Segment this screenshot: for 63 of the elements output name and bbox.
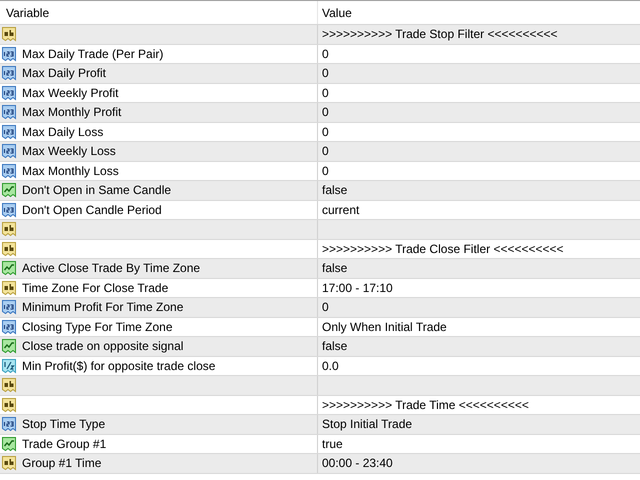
- text-type-icon: [1, 26, 17, 42]
- boolean-type-icon: [1, 182, 17, 198]
- column-header[interactable]: Variable: [0, 1, 318, 24]
- variable-value[interactable]: 0: [322, 298, 329, 316]
- variable-value[interactable]: 0: [322, 122, 329, 141]
- variable-value[interactable]: 0: [322, 64, 329, 82]
- text-type-icon: [1, 396, 17, 413]
- integer-type-icon: [1, 46, 17, 62]
- variable-name: Max Daily Trade (Per Pair): [22, 46, 164, 63]
- variable-name: Trade Group #1: [22, 436, 106, 453]
- variable-name: Max Daily Loss: [22, 124, 104, 141]
- variable-name: Max Monthly Loss: [22, 162, 119, 180]
- integer-type-icon: [1, 104, 17, 120]
- boolean-type-icon: [1, 338, 17, 354]
- variable-value[interactable]: Only When Initial Trade: [322, 318, 447, 336]
- variable-value[interactable]: 0: [322, 103, 329, 122]
- variable-value[interactable]: 0: [322, 44, 329, 63]
- variable-name: Closing Type For Time Zone: [22, 318, 173, 336]
- boolean-type-icon: [1, 436, 17, 452]
- variable-value[interactable]: 00:00 - 23:40: [322, 454, 393, 472]
- integer-type-icon: [1, 162, 17, 179]
- variable-value[interactable]: false: [322, 259, 348, 278]
- variable-value[interactable]: >>>>>>>>>> Trade Time <<<<<<<<<<: [322, 396, 529, 414]
- integer-type-icon: [1, 143, 17, 160]
- decimal-type-icon: [1, 358, 17, 374]
- variable-value[interactable]: >>>>>>>>>> Trade Close Fitler <<<<<<<<<<: [322, 240, 564, 258]
- integer-type-icon: [1, 84, 17, 101]
- integer-type-icon: [1, 318, 17, 335]
- integer-type-icon: [1, 124, 17, 140]
- variable-name: Max Weekly Profit: [22, 84, 118, 102]
- variable-value[interactable]: false: [322, 181, 348, 200]
- integer-type-icon: [1, 299, 17, 316]
- text-type-icon: [1, 377, 17, 394]
- text-type-icon: [1, 221, 17, 238]
- variable-value[interactable]: true: [322, 434, 343, 453]
- text-type-icon: [1, 455, 17, 472]
- variable-name: Time Zone For Close Trade: [22, 280, 168, 297]
- variable-name: Don't Open in Same Candle: [22, 182, 172, 200]
- variable-name: Max Daily Profit: [22, 65, 106, 82]
- variable-name: Max Monthly Profit: [22, 104, 122, 122]
- variable-name: Max Weekly Loss: [22, 143, 116, 160]
- integer-type-icon: [1, 65, 17, 82]
- variable-name: Min Profit($) for opposite trade close: [22, 358, 216, 375]
- variable-name: Minimum Profit For Time Zone: [22, 299, 184, 316]
- integer-type-icon: [1, 202, 17, 218]
- text-type-icon: [1, 240, 17, 257]
- variable-value[interactable]: 17:00 - 17:10: [322, 278, 393, 297]
- column-header[interactable]: Value: [318, 1, 640, 24]
- text-type-icon: [1, 280, 17, 296]
- variable-value[interactable]: Stop Initial Trade: [322, 415, 412, 434]
- variable-value[interactable]: 0.0: [322, 356, 339, 375]
- boolean-type-icon: [1, 260, 17, 276]
- variable-value[interactable]: 0: [322, 84, 329, 102]
- variable-value[interactable]: false: [322, 337, 348, 356]
- variable-name: Stop Time Type: [22, 416, 106, 434]
- integer-type-icon: [1, 416, 17, 432]
- variable-name: Active Close Trade By Time Zone: [22, 260, 200, 278]
- variable-name: Close trade on opposite signal: [22, 338, 184, 356]
- variable-name: Group #1 Time: [22, 455, 102, 472]
- variable-value[interactable]: current: [322, 200, 360, 219]
- variable-value[interactable]: 0: [322, 142, 329, 160]
- variable-name: Don't Open Candle Period: [22, 202, 162, 219]
- variable-value[interactable]: 0: [322, 162, 329, 180]
